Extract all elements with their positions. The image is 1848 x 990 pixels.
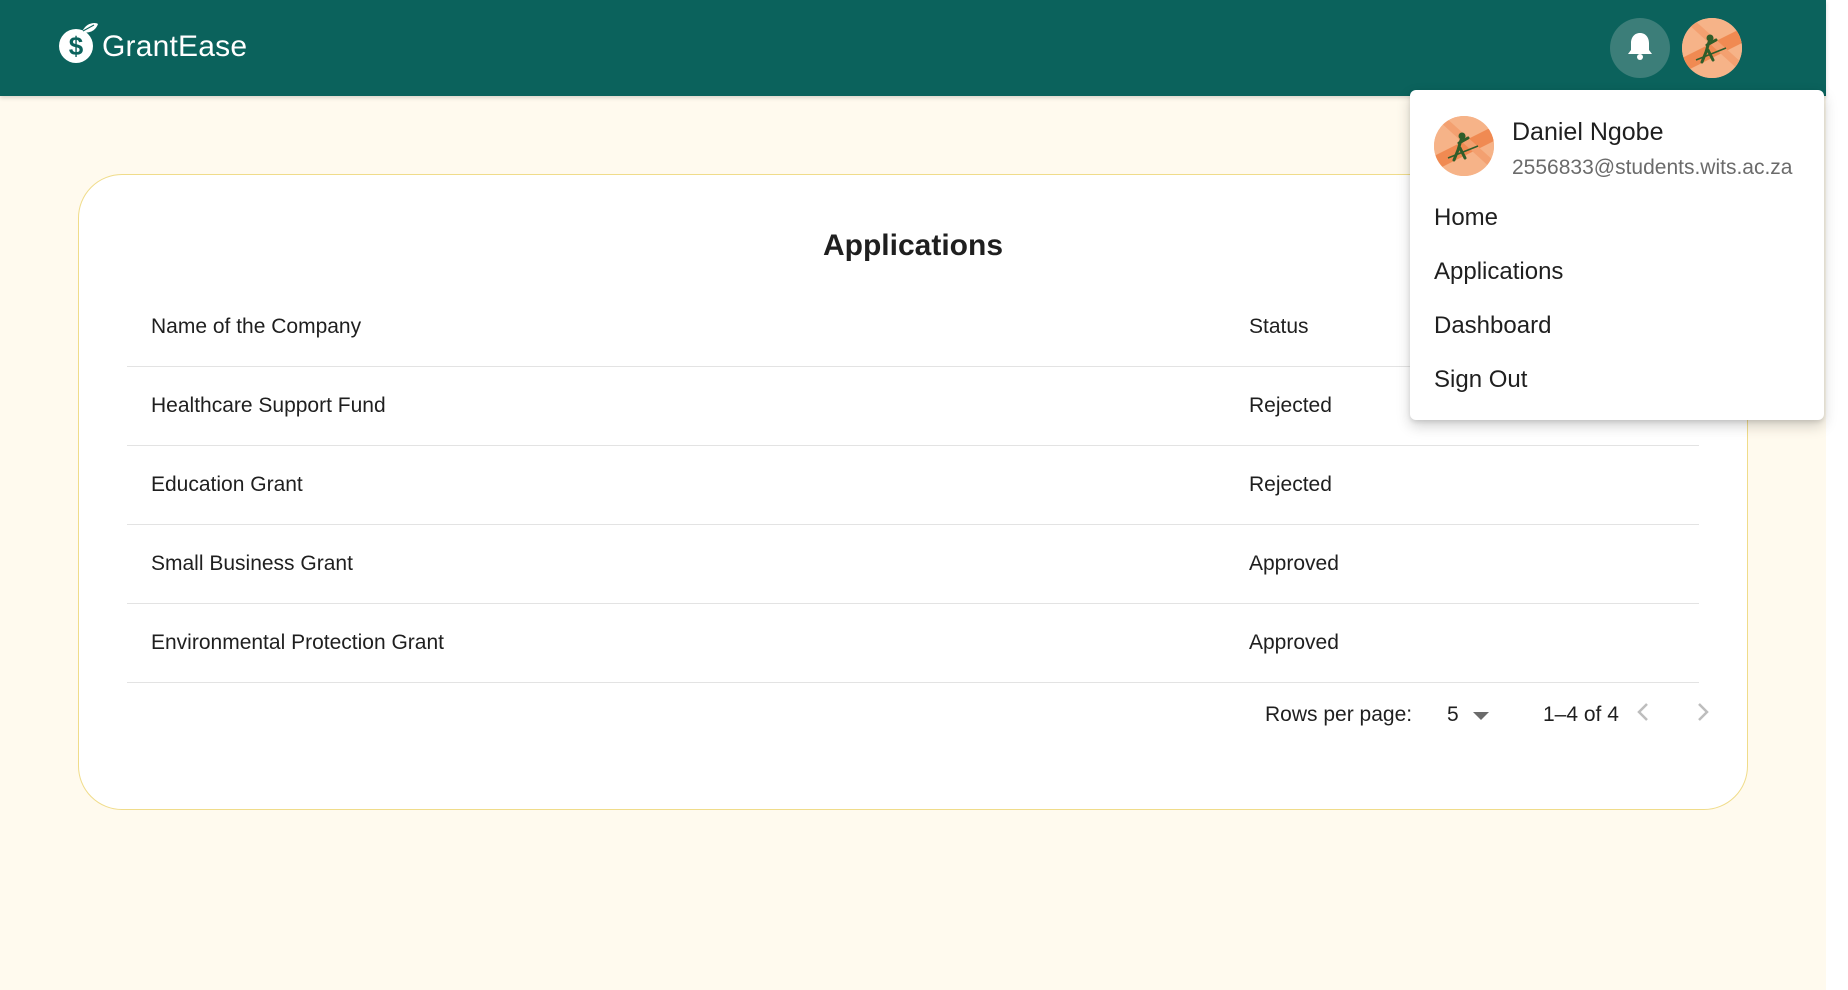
table-pagination: Rows per page: 5 1–4 of 4 xyxy=(127,683,1709,747)
user-email: 2556833@students.wits.ac.za xyxy=(1512,156,1793,179)
status-cell: Approved xyxy=(1249,631,1339,654)
column-header-name: Name of the Company xyxy=(151,314,362,338)
leaf-dollar-logo-icon: $ xyxy=(56,20,100,73)
rows-per-page-value: 5 xyxy=(1447,703,1459,726)
table-row[interactable]: Education Grant Rejected xyxy=(127,446,1699,525)
pagination-range: 1–4 of 4 xyxy=(1543,703,1619,726)
svg-text:$: $ xyxy=(69,31,84,61)
chevron-left-icon xyxy=(1635,701,1651,729)
company-name-cell: Healthcare Support Fund xyxy=(151,394,386,417)
avatar-image xyxy=(1434,116,1494,176)
menu-item-sign-out[interactable]: Sign Out xyxy=(1434,366,1527,394)
dropdown-arrow-icon xyxy=(1472,712,1489,720)
status-cell: Rejected xyxy=(1249,473,1332,496)
account-avatar-button[interactable] xyxy=(1682,18,1742,78)
chevron-right-icon xyxy=(1695,701,1711,729)
menu-item-applications[interactable]: Applications xyxy=(1434,258,1563,286)
company-name-cell: Education Grant xyxy=(151,473,303,496)
notifications-button[interactable] xyxy=(1610,18,1670,78)
avatar-image xyxy=(1682,18,1742,78)
company-name-cell: Small Business Grant xyxy=(151,552,353,575)
company-name-cell: Environmental Protection Grant xyxy=(151,631,444,654)
bell-icon xyxy=(1627,31,1653,66)
user-name: Daniel Ngobe xyxy=(1512,118,1664,146)
table-row[interactable]: Environmental Protection Grant Approved xyxy=(127,604,1699,683)
rows-per-page-label: Rows per page: xyxy=(1265,703,1413,726)
table-row[interactable]: Small Business Grant Approved xyxy=(127,525,1699,604)
menu-avatar xyxy=(1434,116,1494,176)
previous-page-button[interactable] xyxy=(1625,697,1661,733)
menu-item-dashboard[interactable]: Dashboard xyxy=(1434,312,1551,340)
brand-logo[interactable]: $ GrantEase xyxy=(56,20,247,73)
next-page-button[interactable] xyxy=(1685,697,1721,733)
page-background: $ GrantEase Applications Name of the Com… xyxy=(0,0,1826,990)
rows-per-page-select[interactable]: 5 xyxy=(1447,703,1489,727)
menu-item-home[interactable]: Home xyxy=(1434,204,1498,232)
app-bar: $ GrantEase xyxy=(0,0,1826,96)
status-cell: Approved xyxy=(1249,552,1339,575)
app-name: GrantEase xyxy=(102,29,248,63)
account-menu: Daniel Ngobe 2556833@students.wits.ac.za… xyxy=(1410,90,1824,420)
